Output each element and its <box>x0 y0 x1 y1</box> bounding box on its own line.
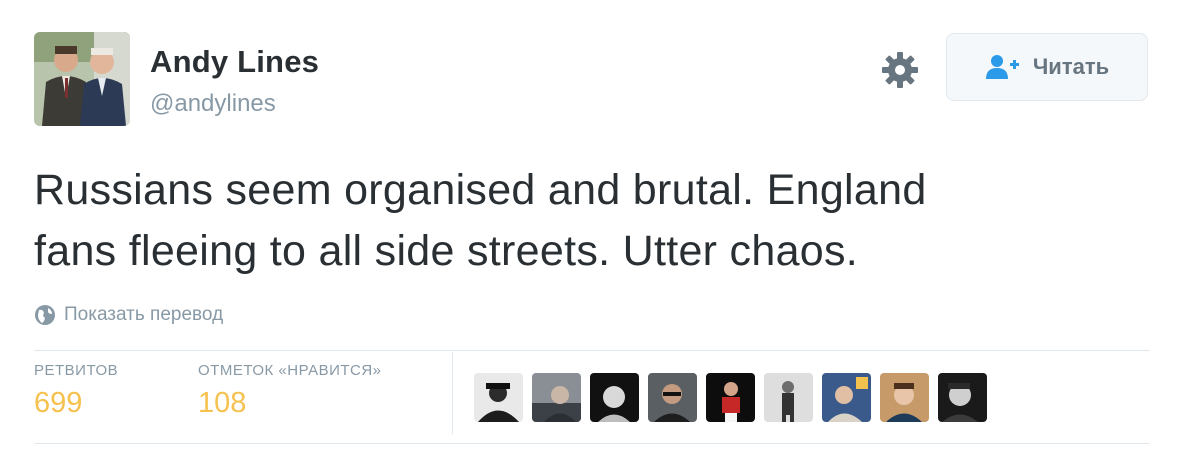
liker-avatar[interactable] <box>474 373 523 422</box>
tweet-text: Russians seem organised and brutal. Engl… <box>34 160 1164 282</box>
likes-label: ОТМЕТОК «НРАВИТСЯ» <box>198 362 382 379</box>
liker-avatar[interactable] <box>532 373 581 422</box>
likes-stat[interactable]: ОТМЕТОК «НРАВИТСЯ» 108 <box>198 362 382 420</box>
author-handle[interactable]: @andylines <box>150 90 276 118</box>
divider-bottom <box>34 443 1150 444</box>
liker-avatar[interactable] <box>590 373 639 422</box>
likes-count: 108 <box>198 387 247 419</box>
retweets-stat[interactable]: РЕТВИТОВ 699 <box>34 362 118 420</box>
liker-avatar[interactable] <box>880 373 929 422</box>
globe-icon <box>34 304 56 326</box>
retweets-count: 699 <box>34 387 83 419</box>
follow-button[interactable]: Читать <box>946 33 1148 101</box>
liker-avatar[interactable] <box>938 373 987 422</box>
translate-link[interactable]: Показать перевод <box>34 304 223 326</box>
add-user-icon <box>985 53 1021 81</box>
gear-icon[interactable] <box>880 50 920 90</box>
divider-top <box>34 350 1150 351</box>
retweets-label: РЕТВИТОВ <box>34 362 119 379</box>
follow-button-label: Читать <box>1032 54 1110 79</box>
liker-avatar[interactable] <box>648 373 697 422</box>
author-avatar[interactable] <box>34 32 130 126</box>
liker-avatar[interactable] <box>706 373 755 422</box>
tweet-line-1: Russians seem organised and brutal. Engl… <box>34 166 927 214</box>
translate-label: Показать перевод <box>64 304 224 325</box>
stats-divider <box>452 352 453 434</box>
likers-avatars <box>474 373 987 422</box>
liker-avatar[interactable] <box>822 373 871 422</box>
author-name[interactable]: Andy Lines <box>150 44 319 80</box>
liker-avatar[interactable] <box>764 373 813 422</box>
tweet-line-2: fans fleeing to all side streets. Utter … <box>34 227 859 275</box>
